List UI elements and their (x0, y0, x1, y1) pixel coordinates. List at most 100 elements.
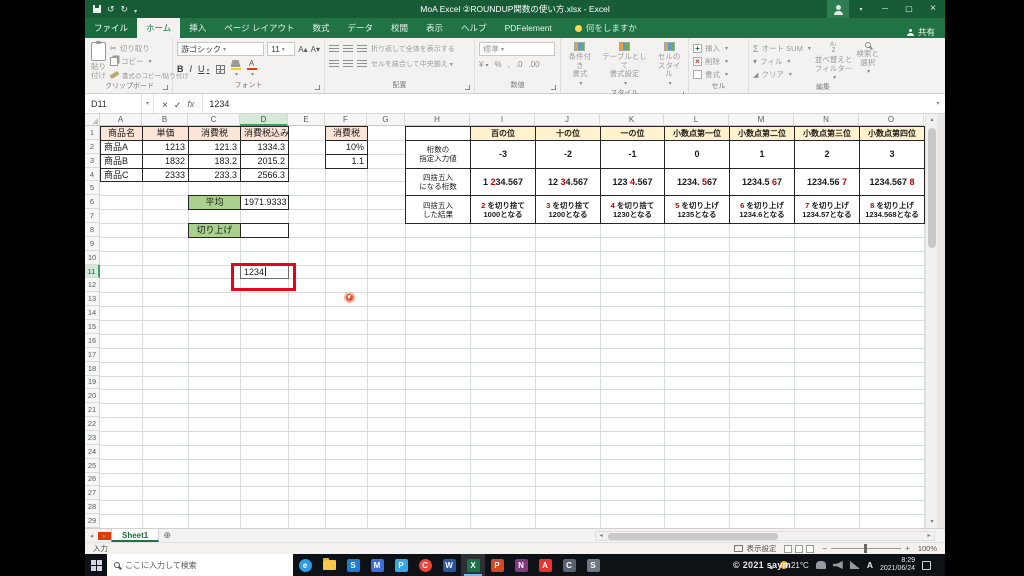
sort-filter-button[interactable]: A↓Z並べ替えと フィルター (815, 40, 853, 82)
ribbon-tab-review[interactable]: 校閲 (382, 18, 417, 38)
name-box[interactable]: D11 (85, 94, 142, 113)
format-cells-button[interactable]: 書式 (693, 68, 744, 81)
cell-L2[interactable]: 0 (664, 140, 730, 169)
column-header-A[interactable]: A (100, 114, 142, 126)
formula-input[interactable]: 1234 (203, 94, 931, 113)
number-format-select[interactable]: 標準 (479, 42, 555, 56)
vertical-scrollbar[interactable] (925, 114, 937, 528)
ribbon-tab-pdfelement[interactable]: PDFelement (496, 18, 561, 38)
name-box-dropdown-icon[interactable] (142, 94, 154, 113)
row-header-9[interactable]: 9 (85, 237, 100, 251)
column-header-N[interactable]: N (794, 114, 859, 126)
ribbon-tab-formulas[interactable]: 数式 (303, 18, 338, 38)
font-color-button[interactable]: A (247, 60, 257, 78)
row-header-20[interactable]: 20 (85, 389, 100, 403)
ribbon-display-options-button[interactable] (849, 0, 873, 18)
row-header-28[interactable]: 28 (85, 500, 100, 514)
cell-O6[interactable]: 8 を切り上げ1234.568となる (859, 195, 925, 224)
new-sheet-button[interactable] (159, 530, 175, 541)
zoom-in-icon[interactable] (905, 544, 910, 553)
row-header-5[interactable]: 5 (85, 181, 100, 195)
row-header-23[interactable]: 23 (85, 431, 100, 445)
tell-me-box[interactable]: 何をしますか (575, 18, 637, 38)
cell-B2[interactable]: 1213 (142, 140, 189, 155)
cell-M6[interactable]: 6 を切り上げ1234.6となる (729, 195, 795, 224)
taskbar-search[interactable]: ここに入力して検索 (107, 554, 293, 576)
cell-D8[interactable] (240, 223, 289, 238)
taskbar-app-acrobat[interactable]: A (533, 554, 557, 576)
number-dialog-launcher[interactable] (551, 85, 556, 90)
cell-N2[interactable]: 2 (794, 140, 860, 169)
ribbon-tab-data[interactable]: データ (339, 18, 383, 38)
cell-J4[interactable]: 12 34.567 (535, 168, 601, 197)
quick-access-dropdown-icon[interactable] (134, 0, 137, 18)
row-header-21[interactable]: 21 (85, 403, 100, 417)
zoom-track[interactable] (831, 548, 901, 549)
cell-D2[interactable]: 1334.3 (240, 140, 289, 155)
paste-button[interactable]: 貼り付け (91, 40, 106, 81)
row-header-17[interactable]: 17 (85, 348, 100, 362)
zoom-slider[interactable] (822, 544, 909, 553)
clipboard-dialog-launcher[interactable] (163, 85, 168, 90)
taskbar-app-mail[interactable]: M (365, 554, 389, 576)
row-header-24[interactable]: 24 (85, 445, 100, 459)
column-header-J[interactable]: J (535, 114, 600, 126)
underline-button[interactable]: U (198, 64, 210, 74)
cell-H1[interactable] (405, 126, 471, 141)
fill-button[interactable]: フィル (753, 55, 811, 68)
ribbon-tab-view[interactable]: 表示 (417, 18, 452, 38)
cell-C3[interactable]: 183.2 (188, 154, 241, 169)
taskbar-app-powerpoint[interactable]: P (485, 554, 509, 576)
zoom-thumb[interactable] (864, 544, 867, 553)
taskbar-app-camera[interactable]: C (557, 554, 581, 576)
close-button[interactable] (921, 0, 945, 18)
cancel-entry-icon[interactable] (162, 95, 168, 113)
ribbon-tab-home[interactable]: ホーム (137, 18, 180, 38)
taskbar-app-excel[interactable]: X (461, 554, 485, 576)
volume-icon[interactable] (833, 561, 843, 569)
row-header-2[interactable]: 2 (85, 140, 100, 154)
cell-B3[interactable]: 1832 (142, 154, 189, 169)
cell-L4[interactable]: 1234. 567 (664, 168, 730, 197)
cell-D6[interactable]: 1971.9333 (240, 195, 289, 210)
autosum-button[interactable]: オート SUM (753, 42, 811, 55)
column-header-D[interactable]: D (240, 114, 288, 126)
cell-C6[interactable]: 平均 (188, 195, 241, 210)
row-header-6[interactable]: 6 (85, 195, 100, 209)
alignment-dialog-launcher[interactable] (465, 85, 470, 90)
cell-N1[interactable]: 小数点第三位 (794, 126, 860, 141)
row-header-15[interactable]: 15 (85, 320, 100, 334)
ribbon-tab-insert[interactable]: 挿入 (180, 18, 215, 38)
cell-C1[interactable]: 消費税 (188, 126, 241, 141)
horizontal-scroll-thumb[interactable] (608, 533, 778, 540)
cell-N6[interactable]: 7 を切り上げ1234.57となる (794, 195, 860, 224)
start-button[interactable] (85, 554, 107, 576)
onedrive-icon[interactable] (816, 561, 826, 569)
taskbar-clock[interactable]: 8:29 2021/06/24 (880, 557, 915, 573)
scroll-right-icon[interactable] (924, 532, 934, 541)
row-header-13[interactable]: 13 (85, 292, 100, 306)
sheet-tab-sheet1[interactable]: Sheet1 (111, 529, 159, 542)
share-button[interactable]: 共有 (907, 26, 945, 38)
notification-center-icon[interactable] (922, 561, 931, 570)
insert-function-icon[interactable]: fx (187, 99, 194, 109)
cell-O4[interactable]: 1234.567 8 (859, 168, 925, 197)
find-select-button[interactable]: 検索と 選択 (856, 40, 879, 82)
cell-B4[interactable]: 2333 (142, 168, 189, 183)
cell-J1[interactable]: 十の位 (535, 126, 601, 141)
cell-D1[interactable]: 消費税込み (240, 126, 289, 141)
align-top-icon[interactable] (329, 45, 339, 53)
cell-A2[interactable]: 商品A (100, 140, 143, 155)
cell-K4[interactable]: 123 4.567 (600, 168, 665, 197)
borders-button[interactable] (216, 65, 225, 74)
normal-view-icon[interactable] (784, 545, 792, 553)
taskbar-app-edge[interactable]: e (293, 554, 317, 576)
ime-mode-indicator[interactable]: A (867, 560, 873, 570)
sheet-nav-left-icon[interactable] (85, 532, 98, 540)
row-header-26[interactable]: 26 (85, 473, 100, 487)
maximize-button[interactable] (897, 0, 921, 18)
network-icon[interactable] (850, 561, 860, 569)
align-center-icon[interactable] (343, 60, 353, 68)
cell-A4[interactable]: 商品C (100, 168, 143, 183)
row-header-25[interactable]: 25 (85, 459, 100, 473)
